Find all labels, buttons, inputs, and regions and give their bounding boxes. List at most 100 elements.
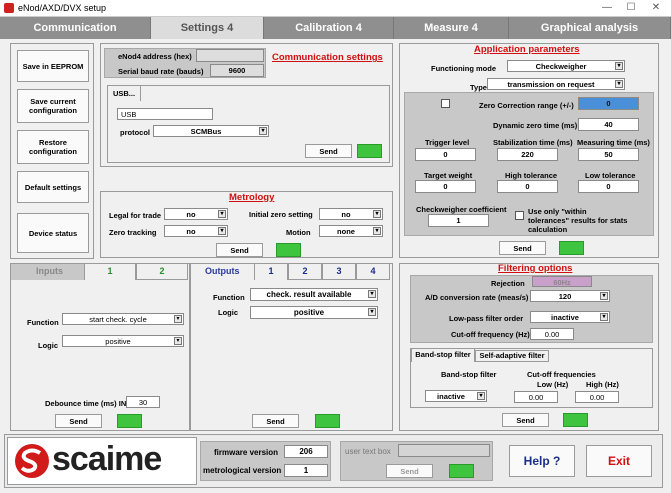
high-tol-field[interactable]: 0 (497, 180, 558, 193)
measuring-label: Measuring time (ms) (577, 138, 650, 147)
chevron-down-icon[interactable]: ▾ (368, 290, 376, 298)
measuring-field[interactable]: 50 (578, 148, 639, 161)
outputs-status-led (315, 414, 340, 428)
main-tab-bar: Communication Settings 4 Calibration 4 M… (0, 17, 671, 39)
metrology-send-button[interactable]: Send (216, 243, 263, 257)
cutoff-field[interactable]: 0.00 (530, 328, 574, 340)
filter-status-led (563, 413, 588, 427)
minimize-button[interactable]: — (596, 1, 618, 15)
output-tab-4[interactable]: 4 (356, 263, 390, 280)
chevron-down-icon[interactable]: ▾ (368, 308, 376, 316)
user-text-status-led (449, 464, 474, 478)
target-weight-label: Target weight (424, 171, 473, 180)
output-tab-1[interactable]: 1 (254, 263, 288, 280)
lowpass-select[interactable]: inactive ▾ (530, 311, 610, 323)
chevron-down-icon[interactable]: ▾ (218, 210, 226, 218)
within-tol-checkbox[interactable] (515, 211, 524, 220)
chevron-down-icon[interactable]: ▾ (600, 313, 608, 321)
band-stop-select[interactable]: inactive ▾ (425, 390, 487, 402)
app-send-button[interactable]: Send (499, 241, 546, 255)
app-icon (4, 3, 14, 13)
legal-label: Legal for trade (109, 211, 162, 220)
device-status-button[interactable]: Device status (17, 213, 89, 253)
metrology-status-led (276, 243, 301, 257)
output-function-value: check. result available (266, 290, 352, 299)
chevron-down-icon[interactable]: ▾ (615, 62, 623, 70)
legal-select[interactable]: no ▾ (164, 208, 228, 220)
inputs-title: Inputs (36, 266, 63, 276)
stabilization-field[interactable]: 220 (497, 148, 558, 161)
application-title: Application parameters (474, 44, 580, 55)
filter-send-button[interactable]: Send (502, 413, 549, 427)
close-button[interactable]: ✕ (645, 1, 667, 15)
logo-box: scaime (7, 437, 197, 485)
adc-select[interactable]: 120 ▾ (530, 290, 610, 302)
app-status-led (559, 241, 584, 255)
maximize-button[interactable]: ☐ (620, 1, 642, 15)
window-title: eNod/AXD/DVX setup (18, 3, 107, 13)
tab-calibration-4[interactable]: Calibration 4 (264, 17, 394, 39)
output-function-select[interactable]: check. result available ▾ (250, 288, 378, 301)
init-zero-value: no (341, 210, 351, 219)
zero-tracking-select[interactable]: no ▾ (164, 225, 228, 237)
zero-corr-checkbox[interactable] (441, 99, 450, 108)
zero-corr-field[interactable]: 0 (578, 97, 639, 110)
address-field[interactable] (196, 49, 264, 62)
save-current-config-button[interactable]: Save current configuration (17, 89, 89, 123)
tab-measure-4[interactable]: Measure 4 (394, 17, 509, 39)
tab-self-adaptive[interactable]: Self-adaptive filter (475, 350, 549, 362)
zero-tracking-value: no (186, 227, 196, 236)
input-function-select[interactable]: start check. cycle ▾ (62, 313, 184, 325)
low-hz-field[interactable]: 0.00 (514, 391, 558, 403)
chevron-down-icon[interactable]: ▾ (174, 315, 182, 323)
help-button[interactable]: Help ? (509, 445, 575, 477)
default-settings-button[interactable]: Default settings (17, 171, 89, 203)
user-text-label: user text box (345, 447, 391, 456)
tab-communication[interactable]: Communication (0, 17, 151, 39)
usb-tab[interactable]: USB... (107, 85, 141, 101)
init-zero-select[interactable]: no ▾ (319, 208, 383, 220)
init-zero-label: Initial zero setting (249, 210, 313, 219)
exit-button[interactable]: Exit (586, 445, 652, 477)
protocol-select[interactable]: SCMBus ▾ (153, 125, 269, 137)
tab-band-stop[interactable]: Band-stop filter (411, 348, 475, 362)
save-eeprom-button[interactable]: Save in EEPROM (17, 50, 89, 82)
chevron-down-icon[interactable]: ▾ (477, 392, 485, 400)
tab-graphical-analysis[interactable]: Graphical analysis (509, 17, 671, 39)
baud-field: 9600 (210, 64, 264, 77)
trigger-label: Trigger level (425, 138, 470, 147)
chevron-down-icon[interactable]: ▾ (218, 227, 226, 235)
outputs-send-button[interactable]: Send (252, 414, 299, 428)
chevron-down-icon[interactable]: ▾ (259, 127, 267, 135)
motion-select[interactable]: none ▾ (319, 225, 383, 237)
input-tab-1[interactable]: 1 (84, 263, 136, 280)
output-tab-2[interactable]: 2 (288, 263, 322, 280)
input-logic-select[interactable]: positive ▾ (62, 335, 184, 347)
mode-select[interactable]: Checkweigher ▾ (507, 60, 625, 72)
chevron-down-icon[interactable]: ▾ (174, 337, 182, 345)
high-hz-field[interactable]: 0.00 (575, 391, 619, 403)
target-weight-field[interactable]: 0 (415, 180, 476, 193)
inputs-send-button[interactable]: Send (55, 414, 102, 428)
coef-field[interactable]: 1 (428, 214, 489, 227)
comm-send-button[interactable]: Send (305, 144, 352, 158)
output-logic-select[interactable]: positive ▾ (250, 306, 378, 319)
chevron-down-icon[interactable]: ▾ (373, 227, 381, 235)
chevron-down-icon[interactable]: ▾ (600, 292, 608, 300)
usb-field[interactable]: USB (117, 108, 213, 120)
dyn-zero-field[interactable]: 40 (578, 118, 639, 131)
debounce-field[interactable]: 30 (126, 396, 160, 408)
chevron-down-icon[interactable]: ▾ (373, 210, 381, 218)
rejection-field: 60Hz (532, 276, 592, 287)
chevron-down-icon[interactable]: ▾ (615, 80, 623, 88)
tab-settings-4[interactable]: Settings 4 (151, 17, 264, 39)
input-tab-2[interactable]: 2 (136, 263, 188, 280)
user-text-send-button[interactable]: Send (386, 464, 433, 478)
restore-config-button[interactable]: Restore configuration (17, 130, 89, 164)
user-text-field[interactable] (398, 444, 490, 457)
type-select[interactable]: transmission on request ▾ (487, 78, 625, 90)
inputs-status-led (117, 414, 142, 428)
output-tab-3[interactable]: 3 (322, 263, 356, 280)
low-tol-field[interactable]: 0 (578, 180, 639, 193)
trigger-field[interactable]: 0 (415, 148, 476, 161)
